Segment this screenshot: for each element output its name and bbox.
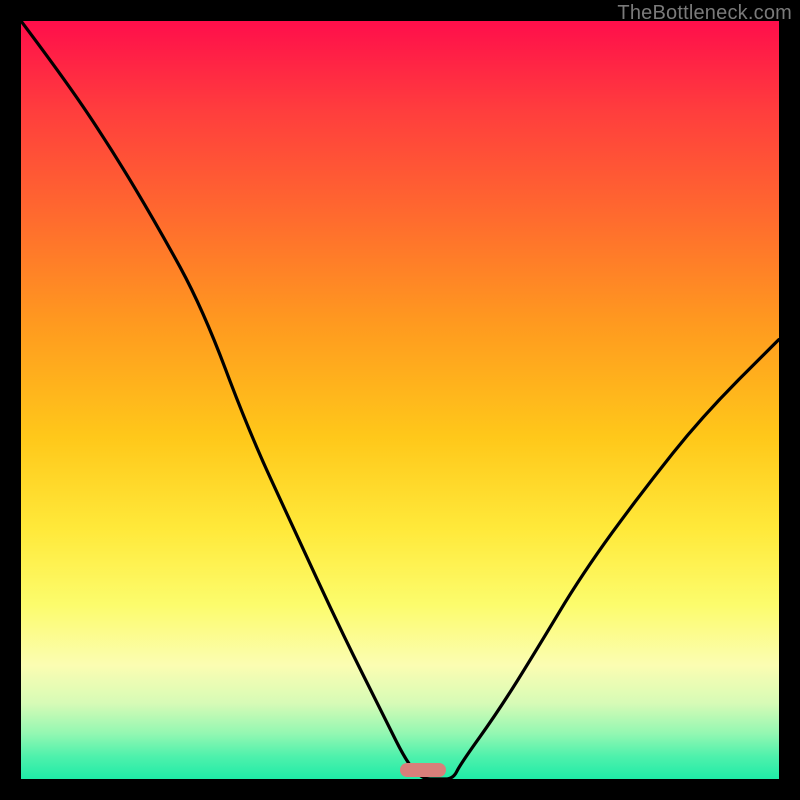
chart-frame: TheBottleneck.com (0, 0, 800, 800)
watermark: TheBottleneck.com (617, 2, 792, 25)
bottleneck-curve (21, 21, 779, 779)
plot-area (21, 21, 779, 779)
optimal-marker (400, 763, 446, 777)
